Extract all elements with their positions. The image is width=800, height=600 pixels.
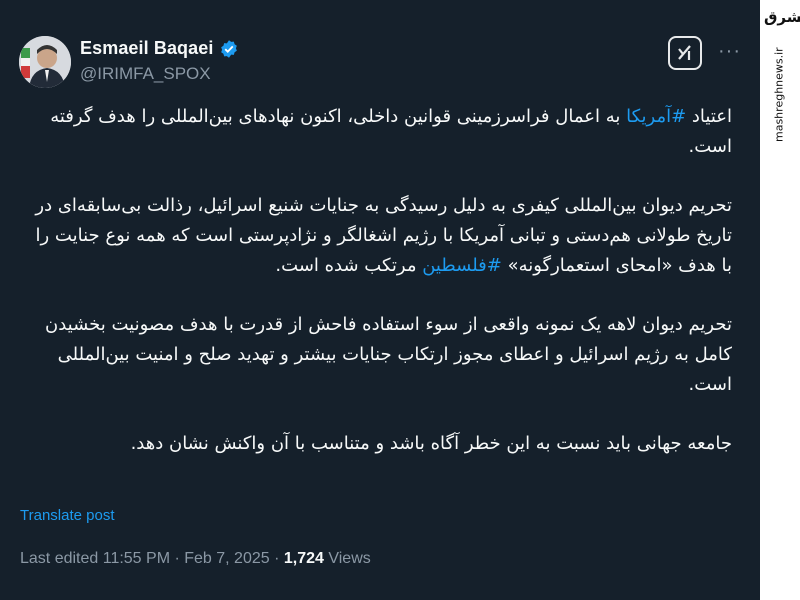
hashtag-link[interactable]: #آمریکا	[626, 106, 686, 127]
watermark-url: mashreghnews.ir	[772, 47, 786, 143]
verified-badge-icon	[219, 39, 239, 59]
post-paragraph: اعتیاد #آمریکا به اعمال فراسرزمینی قوانی…	[50, 106, 732, 157]
post-paragraph: تحریم دیوان لاهه یک نمونه واقعی از سوء ا…	[45, 314, 732, 395]
hashtag-link[interactable]: #فلسطین	[422, 255, 502, 276]
views-label: Views	[323, 550, 371, 567]
post-card: Esmaeil Baqaei @IRIMFA_SPOX ··· اعتیاد #…	[0, 0, 760, 600]
author-handle[interactable]: @IRIMFA_SPOX	[80, 64, 211, 84]
translate-post-link[interactable]: Translate post	[20, 507, 115, 524]
watermark-strip: مشرق mashreghnews.ir	[760, 0, 800, 600]
post-text: اعتیاد #آمریکا به اعمال فراسرزمینی قوانی…	[20, 102, 732, 488]
avatar[interactable]	[19, 36, 71, 88]
watermark-logo: مشرق	[764, 8, 800, 26]
views-count: 1,724	[283, 550, 324, 567]
grok-icon[interactable]	[668, 36, 702, 70]
author-name[interactable]: Esmaeil Baqaei	[80, 38, 213, 59]
post-meta: Last edited 11:55 PM · Feb 7, 2025 · 1,7…	[20, 550, 371, 568]
author-name-row[interactable]: Esmaeil Baqaei	[80, 38, 239, 59]
post-paragraph: جامعه جهانی باید نسبت به این خطر آگاه با…	[130, 433, 732, 454]
more-options-icon[interactable]: ···	[718, 40, 741, 63]
edited-timestamp[interactable]: Last edited 11:55 PM · Feb 7, 2025 ·	[20, 550, 284, 567]
post-paragraph: تحریم دیوان بین‌المللی کیفری به دلیل رسی…	[35, 195, 732, 276]
